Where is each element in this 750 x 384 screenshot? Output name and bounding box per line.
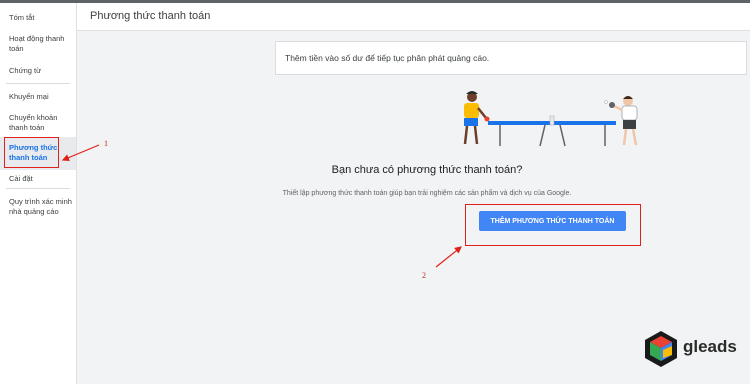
- sidebar-item-billing-activity[interactable]: Hoạt động thanh toán: [9, 34, 73, 54]
- page-header: Phương thức thanh toán: [77, 3, 750, 31]
- sidebar-item-promotions[interactable]: Khuyến mại: [9, 92, 73, 102]
- sidebar-item-payment-transfer[interactable]: Chuyển khoản thanh toán: [9, 113, 73, 133]
- annotation-box-add-button: [465, 204, 641, 246]
- arrow-step-2: [435, 246, 462, 268]
- empty-state-title: Bạn chưa có phương thức thanh toán?: [331, 164, 523, 176]
- sidebar-divider: [6, 83, 70, 84]
- sidebar-item-summary[interactable]: Tóm tắt: [9, 13, 73, 23]
- sidebar-item-advertiser-verification[interactable]: Quy trình xác minh nhà quảng cáo: [9, 197, 73, 217]
- annotation-label-2: 2: [422, 271, 426, 280]
- notice-text: Thêm tiền vào số dư để tiếp tục phân phá…: [285, 53, 490, 63]
- gleads-logo-text: gleads: [683, 337, 737, 356]
- empty-state-description: Thiết lập phương thức thanh toán giúp bạ…: [282, 190, 572, 197]
- annotation-box-payment-methods: [4, 137, 59, 168]
- right-player: [604, 96, 638, 146]
- sidebar-divider: [6, 188, 70, 189]
- annotation-label-1: 1: [104, 139, 108, 148]
- gleads-logo-icon: [645, 331, 677, 367]
- notice-card: Thêm tiền vào số dư để tiếp tục phân phá…: [275, 41, 747, 75]
- left-player: [463, 91, 490, 145]
- sidebar-item-documents[interactable]: Chứng từ: [9, 66, 73, 76]
- gleads-logo: gleads: [643, 330, 743, 370]
- ping-pong-illustration: [463, 91, 638, 147]
- page-title: Phương thức thanh toán: [90, 10, 211, 22]
